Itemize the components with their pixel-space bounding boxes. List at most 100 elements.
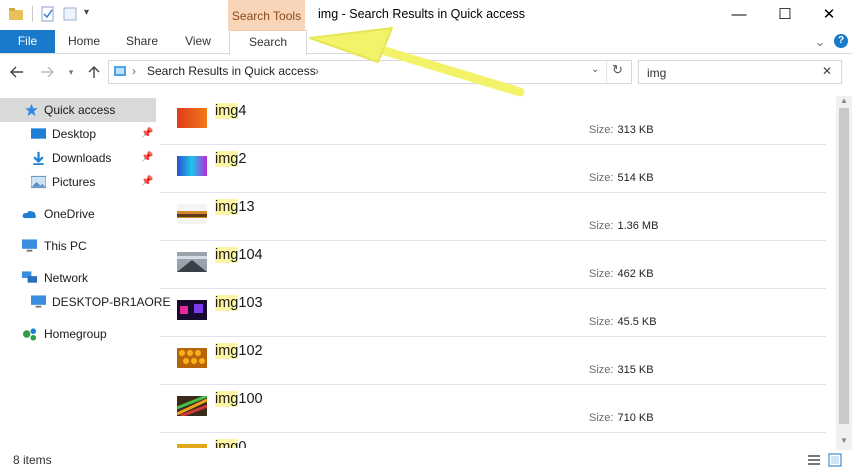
breadcrumb-path[interactable]: Search Results in Quick access [147, 64, 316, 78]
file-name[interactable]: img0 [215, 439, 246, 448]
sidebar-item-quick-access[interactable]: Quick access [0, 98, 156, 122]
details-view-icon[interactable] [808, 454, 820, 466]
list-item[interactable]: img103 Size: 45.5 KB [160, 288, 826, 337]
back-arrow-icon [10, 66, 23, 78]
file-size: Size: 315 KB [589, 364, 654, 376]
sidebar-item-downloads[interactable]: Downloads 📌 [0, 146, 156, 170]
file-name[interactable]: img100 [215, 391, 263, 407]
tab-view[interactable]: View [172, 30, 224, 53]
file-size: Size: 514 KB [589, 172, 654, 184]
window-title: img - Search Results in Quick access [318, 7, 526, 21]
new-folder-icon[interactable] [62, 6, 78, 22]
minimize-button[interactable]: — [716, 0, 762, 28]
list-item[interactable]: img104 Size: 462 KB [160, 240, 826, 289]
image-thumbnail [177, 252, 207, 272]
homegroup-icon [22, 328, 37, 341]
cloud-icon [22, 210, 36, 219]
title-bar: ▾ Search Tools img - Search Results in Q… [0, 0, 852, 30]
address-dropdown-icon[interactable]: ⌄ [591, 64, 599, 75]
sidebar-item-desktop[interactable]: Desktop 📌 [0, 122, 156, 146]
properties-icon[interactable] [40, 6, 56, 22]
file-size: Size: 45.5 KB [589, 316, 657, 328]
navigation-bar: ▾ › Search Results in Quick access › ⌄ ↻… [0, 58, 852, 86]
sidebar-item-label: Downloads [52, 151, 112, 165]
folder-icon [9, 8, 23, 20]
desktop-icon [31, 128, 46, 139]
file-name[interactable]: img13 [215, 199, 255, 215]
navigation-pane: Quick access Desktop 📌 Downloads 📌 Pictu… [0, 96, 170, 446]
file-name[interactable]: img2 [215, 151, 246, 167]
sidebar-item-label: This PC [44, 239, 87, 253]
search-results-icon [114, 66, 126, 76]
clear-search-icon[interactable]: ✕ [822, 64, 832, 78]
search-tools-context-label: Search Tools [228, 0, 305, 30]
image-thumbnail [177, 108, 207, 128]
pin-icon[interactable]: 📌 [141, 122, 153, 146]
scroll-down-icon[interactable]: ▼ [840, 436, 848, 445]
file-name[interactable]: img4 [215, 103, 246, 119]
computer-icon [31, 295, 46, 308]
pin-icon[interactable]: 📌 [141, 146, 153, 170]
sidebar-item-label: Homegroup [44, 327, 107, 341]
refresh-icon[interactable]: ↻ [612, 62, 623, 78]
recent-locations-icon[interactable]: ▾ [61, 62, 81, 82]
sidebar-item-network[interactable]: Network [0, 266, 156, 290]
sidebar-item-label: Pictures [52, 175, 96, 189]
divider [32, 6, 33, 22]
sidebar-item-homegroup[interactable]: Homegroup [0, 322, 156, 346]
scrollbar-thumb[interactable] [839, 108, 849, 424]
sidebar-item-label: OneDrive [44, 207, 95, 221]
breadcrumb-chevron-icon[interactable]: › [315, 64, 319, 78]
vertical-scrollbar[interactable]: ▲ ▼ [836, 96, 852, 450]
download-icon [33, 151, 44, 165]
computer-icon [22, 239, 37, 252]
image-thumbnail [177, 156, 207, 176]
file-name[interactable]: img102 [215, 343, 263, 359]
tab-home[interactable]: Home [58, 30, 110, 53]
close-button[interactable]: ✕ [806, 0, 852, 28]
tab-search[interactable]: Search [229, 30, 307, 55]
up-arrow-icon [88, 66, 100, 78]
sidebar-item-this-pc[interactable]: This PC [0, 234, 156, 258]
tab-share[interactable]: Share [116, 30, 168, 53]
search-box[interactable]: ✕ [638, 60, 842, 84]
list-item[interactable]: img0 [160, 432, 826, 448]
image-thumbnail [177, 204, 207, 224]
scroll-up-icon[interactable]: ▲ [840, 96, 848, 105]
list-item[interactable]: img2 Size: 514 KB [160, 144, 826, 193]
expand-ribbon-icon[interactable]: ⌄ [812, 30, 828, 53]
customize-quick-access-icon[interactable]: ▾ [84, 7, 100, 23]
file-name[interactable]: img103 [215, 295, 263, 311]
help-icon[interactable]: ? [834, 34, 848, 48]
sidebar-item-onedrive[interactable]: OneDrive [0, 202, 156, 226]
status-bar: 8 items [0, 448, 852, 470]
back-button[interactable] [7, 62, 27, 82]
large-icons-view-icon[interactable] [828, 453, 842, 467]
star-icon [25, 103, 38, 117]
sidebar-item-label: Network [44, 271, 89, 285]
item-count: 8 items [13, 453, 52, 467]
file-size: Size: 462 KB [589, 268, 654, 280]
file-size: Size: 313 KB [589, 124, 654, 136]
maximize-button[interactable]: ☐ [762, 0, 808, 28]
network-icon [22, 271, 37, 283]
file-name[interactable]: img104 [215, 247, 263, 263]
file-size: Size: 1.36 MB [589, 220, 659, 232]
search-input[interactable] [645, 63, 819, 83]
forward-button[interactable] [37, 62, 57, 82]
list-item[interactable]: img4 Size: 313 KB [160, 96, 826, 145]
tab-file[interactable]: File [0, 30, 55, 53]
sidebar-item-pictures[interactable]: Pictures 📌 [0, 170, 156, 194]
list-item[interactable]: img13 Size: 1.36 MB [160, 192, 826, 241]
sidebar-item-label: Desktop [52, 127, 97, 141]
list-item[interactable]: img100 Size: 710 KB [160, 384, 826, 433]
pin-icon[interactable]: 📌 [141, 170, 153, 194]
up-button[interactable] [84, 62, 104, 82]
address-bar[interactable]: › Search Results in Quick access › ⌄ ↻ [108, 60, 632, 84]
pictures-icon [31, 175, 46, 189]
forward-arrow-icon [41, 66, 54, 78]
image-thumbnail [177, 396, 207, 416]
list-item[interactable]: img102 Size: 315 KB [160, 336, 826, 385]
breadcrumb-chevron-icon: › [132, 64, 136, 78]
sidebar-item-desktop-br1aore[interactable]: DESKTOP-BR1AORE [0, 290, 170, 314]
